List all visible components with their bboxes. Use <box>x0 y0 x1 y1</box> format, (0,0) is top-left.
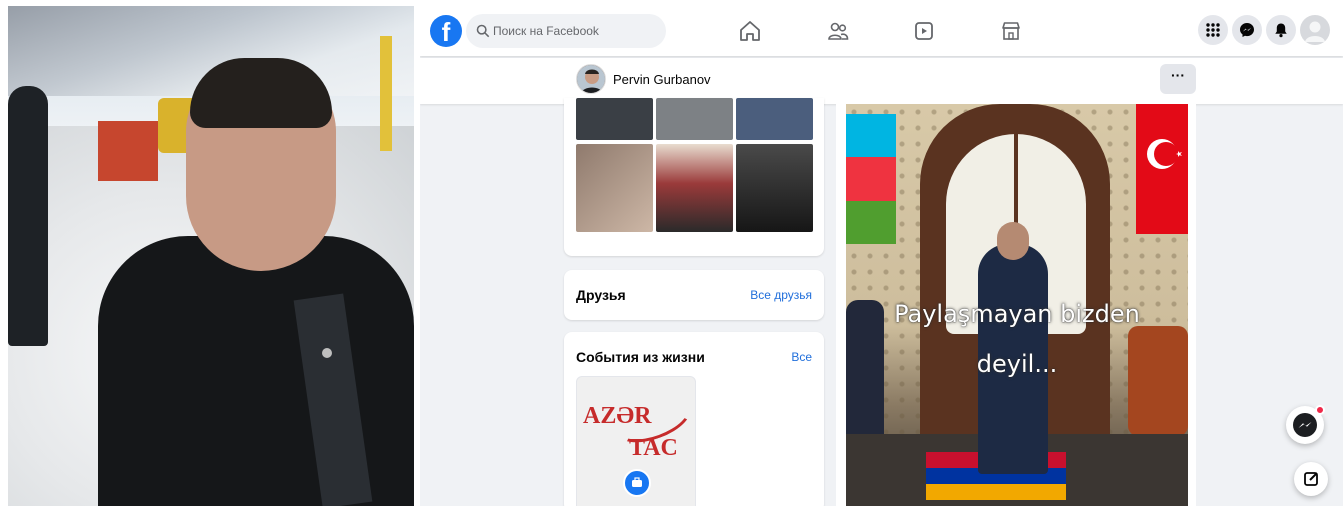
lift-pole <box>380 36 392 151</box>
life-events-card: События из жизни Все AZƏR TAC <box>564 332 824 506</box>
photo-thumbnail[interactable] <box>736 98 813 140</box>
new-message-button[interactable] <box>1294 462 1328 496</box>
friends-icon[interactable] <box>826 19 850 43</box>
post-overlay-text: Paylaşmayan bizden <box>894 300 1140 328</box>
standing-man-head <box>997 222 1029 260</box>
menu-grid-icon <box>1206 23 1220 37</box>
selfie-photo <box>8 6 414 506</box>
compose-icon <box>1304 472 1318 486</box>
notifications-button[interactable] <box>1266 15 1296 45</box>
bell-icon <box>1275 23 1287 38</box>
photo-thumbnail[interactable] <box>656 98 733 140</box>
menu-grid-button[interactable] <box>1198 15 1228 45</box>
life-events-title: События из жизни <box>576 349 705 365</box>
bystander-figure <box>8 86 48 346</box>
photo-thumbnail[interactable] <box>736 144 813 232</box>
facebook-logo-icon[interactable]: f <box>430 15 462 47</box>
life-event-item[interactable]: AZƏR TAC <box>576 376 696 506</box>
turkey-flag <box>1136 104 1188 234</box>
azertac-logo-text: AZƏR <box>583 403 652 429</box>
marketplace-icon[interactable] <box>999 19 1023 43</box>
azertac-logo-text: TAC <box>629 435 678 461</box>
account-avatar[interactable] <box>1300 15 1330 45</box>
search-placeholder: Поиск на Facebook <box>493 24 599 38</box>
armchair <box>1128 326 1188 436</box>
default-avatar-icon <box>1305 21 1325 42</box>
jacket-button <box>322 348 332 358</box>
work-badge-icon <box>623 469 651 497</box>
notification-dot <box>1315 405 1325 415</box>
man-hair <box>190 58 332 128</box>
photo-thumbnail[interactable] <box>576 144 653 232</box>
all-events-link[interactable]: Все <box>791 350 812 364</box>
messenger-chat-button[interactable] <box>1286 405 1325 444</box>
home-icon[interactable] <box>738 19 762 43</box>
flag-rug-stripe <box>926 484 1066 500</box>
photo-thumbnail[interactable] <box>656 144 733 232</box>
post-card: Paylaşmayan bizden deyil... <box>836 98 1196 506</box>
all-friends-link[interactable]: Все друзья <box>750 288 812 302</box>
orange-fence <box>98 121 158 181</box>
search-icon <box>476 24 490 38</box>
top-navigation-bar: f Поиск на Facebook <box>420 6 1343 56</box>
messenger-button[interactable] <box>1232 15 1262 45</box>
photo-thumbnail[interactable] <box>576 98 653 140</box>
messenger-icon <box>1240 23 1254 37</box>
photos-card <box>564 98 824 256</box>
friends-card: Друзья Все друзья <box>564 270 824 320</box>
profile-avatar[interactable] <box>576 64 606 94</box>
search-input[interactable]: Поиск на Facebook <box>466 14 666 48</box>
more-options-button[interactable]: ··· <box>1160 64 1196 94</box>
profile-photo-thumbnail <box>577 65 605 93</box>
post-photo[interactable]: Paylaşmayan bizden deyil... <box>846 104 1188 506</box>
post-overlay-text: deyil... <box>976 350 1058 378</box>
azerbaijan-flag <box>846 114 896 244</box>
watch-icon[interactable] <box>912 19 936 43</box>
profile-name[interactable]: Pervin Gurbanov <box>613 72 711 87</box>
facebook-page: f Поиск на Facebook Pervin Gurbanov ··· … <box>420 6 1343 506</box>
friends-title: Друзья <box>576 287 626 303</box>
